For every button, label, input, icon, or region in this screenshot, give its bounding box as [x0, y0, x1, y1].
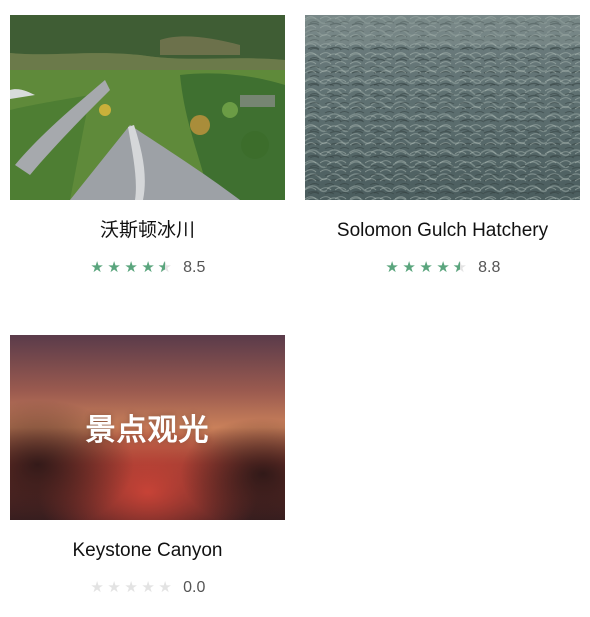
- rating: ★★★★★ 8.5: [10, 258, 285, 278]
- star-half-icon: ★: [453, 258, 468, 278]
- attraction-title[interactable]: Keystone Canyon: [10, 539, 285, 563]
- rating-score: 8.5: [183, 259, 206, 276]
- rating: ★★★★★ 8.8: [305, 258, 580, 278]
- star-filled-icon: ★: [402, 259, 416, 276]
- star-filled-icon: ★: [107, 259, 121, 276]
- attraction-card[interactable]: 景点观光 Keystone Canyon ★ ★ ★ ★ ★ 0.0: [10, 335, 285, 598]
- attraction-card[interactable]: 沃斯顿冰川 ★★★★★ 8.5: [10, 15, 285, 278]
- star-empty-icon: ★: [90, 579, 104, 596]
- salmon-river-photo[interactable]: [305, 15, 580, 200]
- glacier-trail-photo[interactable]: [10, 15, 285, 200]
- attraction-card[interactable]: Solomon Gulch Hatchery ★★★★★ 8.8: [305, 15, 580, 278]
- rating: ★ ★ ★ ★ ★ 0.0: [10, 578, 285, 598]
- rating-score: 0.0: [183, 579, 206, 596]
- star-filled-icon: ★: [90, 259, 104, 276]
- attraction-title[interactable]: Solomon Gulch Hatchery: [305, 219, 580, 243]
- image-placeholder-label: 景点观光: [85, 413, 210, 448]
- star-filled-icon: ★: [141, 259, 155, 276]
- attraction-title[interactable]: 沃斯顿冰川: [10, 219, 285, 243]
- sightseeing-placeholder-image[interactable]: 景点观光: [10, 335, 285, 520]
- star-filled-icon: ★: [385, 259, 399, 276]
- star-empty-icon: ★: [107, 579, 121, 596]
- attraction-grid: 沃斯顿冰川 ★★★★★ 8.5: [0, 0, 590, 617]
- star-filled-icon: ★: [124, 259, 138, 276]
- rating-score: 8.8: [478, 259, 501, 276]
- star-half-icon: ★: [158, 258, 173, 278]
- star-empty-icon: ★: [124, 579, 138, 596]
- star-empty-icon: ★: [141, 579, 155, 596]
- star-filled-icon: ★: [436, 259, 450, 276]
- star-filled-icon: ★: [419, 259, 433, 276]
- star-empty-icon: ★: [158, 579, 172, 596]
